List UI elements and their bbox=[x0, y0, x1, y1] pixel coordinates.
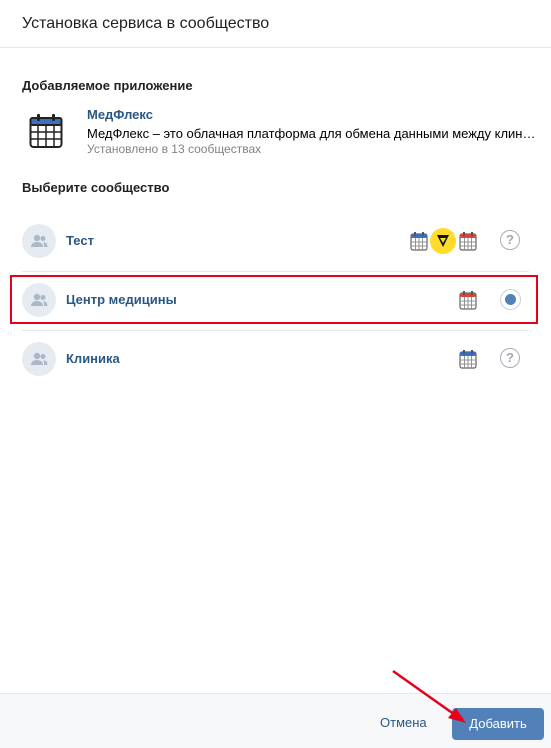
community-section-label: Выберите сообщество bbox=[22, 180, 170, 195]
community-avatar bbox=[22, 224, 56, 258]
selection-highlight-box bbox=[10, 275, 538, 324]
app-section-label: Добавляемое приложение bbox=[22, 78, 193, 93]
community-name: Тест bbox=[66, 233, 94, 248]
row-divider bbox=[22, 330, 529, 331]
calendar-blue-icon bbox=[459, 350, 477, 369]
help-icon[interactable]: ? bbox=[500, 348, 520, 368]
yandex-icon bbox=[430, 228, 456, 254]
app-installed-count: Установлено в 13 сообществах bbox=[87, 142, 262, 156]
group-icon bbox=[31, 352, 48, 365]
help-icon[interactable]: ? bbox=[500, 230, 520, 250]
calendar-blue-icon bbox=[410, 232, 428, 251]
community-row-test[interactable]: Тест ? bbox=[10, 216, 537, 268]
community-row-clinic[interactable]: Клиника ? bbox=[10, 334, 537, 386]
modal-header: Установка сервиса в сообщество bbox=[0, 0, 551, 48]
row-divider bbox=[22, 271, 529, 272]
calendar-icon bbox=[29, 114, 63, 148]
annotation-arrow-icon bbox=[392, 669, 466, 723]
calendar-red-icon bbox=[459, 232, 477, 251]
community-avatar bbox=[22, 342, 56, 376]
group-icon bbox=[31, 234, 48, 247]
app-name[interactable]: МедФлекс bbox=[87, 107, 153, 122]
modal-title: Установка сервиса в сообщество bbox=[22, 15, 270, 32]
community-name: Клиника bbox=[66, 351, 120, 366]
app-description: МедФлекс – это облачная платформа для об… bbox=[87, 126, 537, 141]
